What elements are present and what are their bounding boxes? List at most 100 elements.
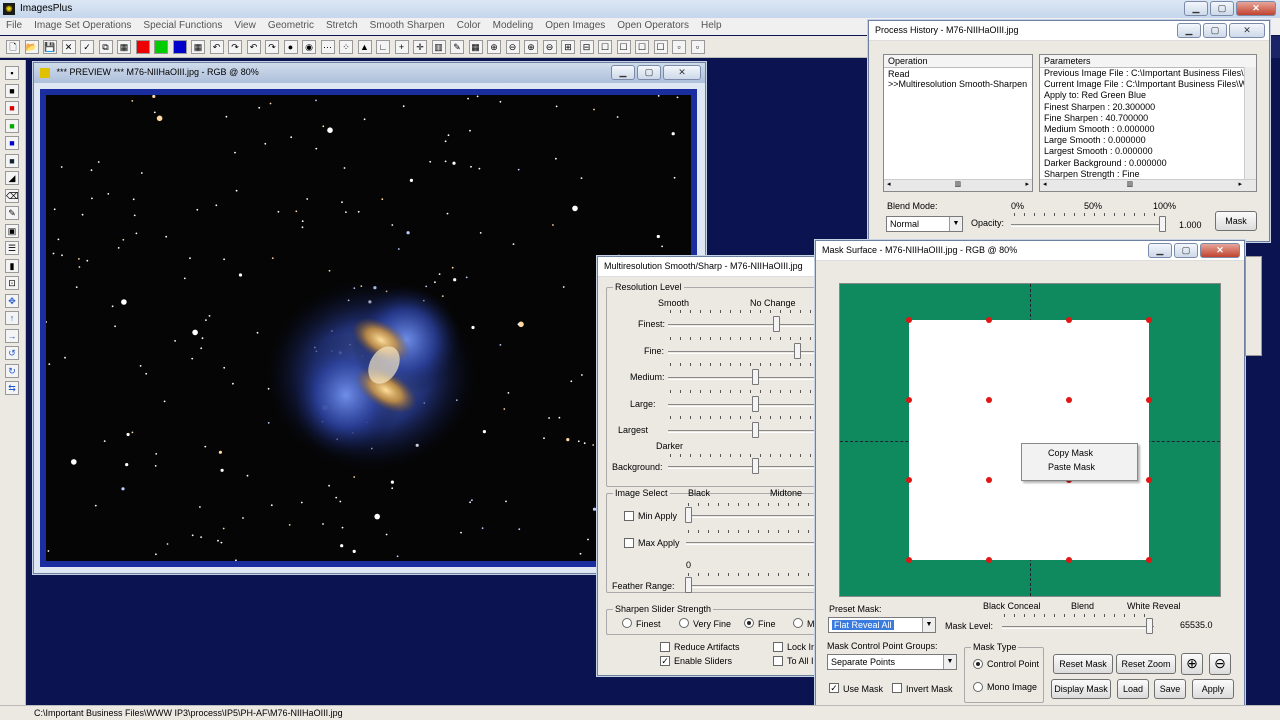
- window-1-icon[interactable]: ☐: [598, 40, 612, 54]
- mask-control-point[interactable]: [1146, 317, 1152, 323]
- plus-icon[interactable]: +: [394, 40, 409, 54]
- dots-icon[interactable]: ⋯: [320, 40, 335, 54]
- up-arrow-icon[interactable]: ↑: [5, 311, 19, 325]
- mask-control-point[interactable]: [906, 557, 912, 563]
- eraser-icon[interactable]: ⌫: [5, 188, 19, 203]
- grid-icon[interactable]: ▦: [191, 40, 205, 54]
- mask-control-point[interactable]: [906, 317, 912, 323]
- blue-square-icon[interactable]: ■: [5, 136, 19, 150]
- zoom-in-icon[interactable]: ⊕: [487, 40, 501, 54]
- operation-item[interactable]: >>Multiresolution Smooth-Sharpen: [888, 79, 1028, 89]
- resolution-slider-0[interactable]: [773, 316, 780, 332]
- menu-item-special-functions[interactable]: Special Functions: [143, 20, 222, 33]
- table-icon[interactable]: ▥: [431, 40, 446, 54]
- resolution-slider-4[interactable]: [752, 422, 759, 438]
- navy-square-icon[interactable]: ■: [5, 153, 19, 168]
- black-corner-icon[interactable]: ◢: [5, 171, 19, 185]
- copy-icon[interactable]: ⧉: [98, 40, 113, 54]
- invert-mask-checkbox[interactable]: [892, 683, 902, 693]
- preset-mask-select[interactable]: Flat Reveal All ▼: [828, 617, 936, 633]
- load-button[interactable]: Load: [1117, 679, 1149, 699]
- check-icon[interactable]: ✓: [80, 40, 94, 54]
- menu-item-color[interactable]: Color: [457, 20, 481, 33]
- opacity-slider[interactable]: [1159, 216, 1166, 232]
- menu-item-file[interactable]: File: [6, 20, 22, 33]
- reset-mask-button[interactable]: Reset Mask: [1053, 654, 1113, 674]
- history-close-button[interactable]: ✕: [1229, 23, 1265, 38]
- mask-control-point[interactable]: [1066, 317, 1072, 323]
- menu-item-stretch[interactable]: Stretch: [326, 20, 358, 33]
- mask-control-point[interactable]: [986, 317, 992, 323]
- strength-radio-fine[interactable]: [744, 618, 754, 628]
- menu-item-view[interactable]: View: [234, 20, 256, 33]
- mask-control-point[interactable]: [986, 397, 992, 403]
- mask-surface[interactable]: Copy Mask Paste Mask: [839, 283, 1221, 597]
- brush-icon[interactable]: ✎: [5, 206, 19, 220]
- axis-icon[interactable]: ∟: [376, 40, 390, 54]
- reduce-artifacts-checkbox[interactable]: [660, 642, 670, 652]
- add-icon[interactable]: ⊞: [561, 40, 575, 54]
- pencil-icon[interactable]: ✎: [450, 40, 464, 54]
- resolution-slider-2[interactable]: [752, 369, 759, 385]
- min-apply-checkbox[interactable]: [624, 511, 634, 521]
- menu-item-modeling[interactable]: Modeling: [493, 20, 534, 33]
- window-6-icon[interactable]: ▫: [690, 40, 705, 54]
- resolution-slider-1[interactable]: [794, 342, 801, 359]
- crosshair-icon[interactable]: ✛: [413, 40, 427, 54]
- apply-button[interactable]: Apply: [1192, 679, 1234, 699]
- bar-icon[interactable]: ▮: [5, 258, 19, 273]
- close-icon[interactable]: ✕: [61, 40, 76, 54]
- rotate-left-icon[interactable]: ↺: [5, 346, 19, 360]
- red-channel-icon[interactable]: ■: [135, 40, 150, 54]
- parameter-hscroll[interactable]: ◂ ▥ ▸: [1040, 179, 1256, 191]
- zoom-actual-icon[interactable]: ⊖: [542, 40, 557, 54]
- background-slider[interactable]: [752, 458, 759, 474]
- mask-control-point[interactable]: [906, 477, 912, 483]
- menu-item-open-images[interactable]: Open Images: [545, 20, 605, 33]
- mono-image-radio[interactable]: [973, 682, 983, 692]
- enable-sliders-checkbox[interactable]: ✓: [660, 656, 670, 666]
- matrix-icon[interactable]: ▦: [468, 40, 483, 54]
- green-channel-icon[interactable]: ■: [154, 40, 168, 54]
- green-square-icon[interactable]: ■: [5, 118, 19, 133]
- mask-control-point[interactable]: [986, 477, 992, 483]
- rotate-right-icon[interactable]: ↻: [5, 363, 19, 378]
- window-5-icon[interactable]: ▫: [672, 40, 686, 54]
- mask-button[interactable]: Mask: [1215, 211, 1257, 231]
- points-icon[interactable]: ⁘: [339, 40, 353, 54]
- window-4-icon[interactable]: ☐: [653, 40, 668, 54]
- mask-control-point[interactable]: [906, 397, 912, 403]
- frame-icon[interactable]: ▣: [5, 223, 19, 238]
- operation-item[interactable]: Read: [888, 69, 1028, 79]
- feather-range-slider[interactable]: [685, 577, 692, 593]
- levels-icon[interactable]: ☰: [5, 241, 19, 255]
- window-2-icon[interactable]: ☐: [616, 40, 631, 54]
- app-close-button[interactable]: ✕: [1236, 1, 1276, 16]
- lock-checkbox[interactable]: [773, 642, 783, 652]
- menu-item-smooth-sharpen[interactable]: Smooth Sharpen: [370, 20, 445, 33]
- control-point-groups-select[interactable]: Separate Points ▼: [827, 654, 957, 670]
- menu-item-geometric[interactable]: Geometric: [268, 20, 314, 33]
- mask-control-point[interactable]: [1066, 557, 1072, 563]
- mask-minimize-button[interactable]: ▁: [1148, 243, 1172, 258]
- new-file-icon[interactable]: 🗋: [6, 40, 20, 54]
- display-mask-button[interactable]: Display Mask: [1051, 679, 1111, 699]
- flip-icon[interactable]: ⇆: [5, 381, 19, 395]
- menu-item-help[interactable]: Help: [701, 20, 722, 33]
- black-square-icon[interactable]: ■: [5, 83, 19, 98]
- history-minimize-button[interactable]: ▁: [1177, 23, 1201, 38]
- mask-control-point[interactable]: [986, 557, 992, 563]
- preview-maximize-button[interactable]: ▢: [637, 65, 661, 80]
- preview-close-button[interactable]: ✕: [663, 65, 701, 80]
- zoom-out-icon[interactable]: ⊖: [505, 40, 520, 54]
- redo-all-icon[interactable]: ↷: [265, 40, 279, 54]
- triangle-icon[interactable]: ▲: [357, 40, 372, 54]
- mask-maximize-button[interactable]: ▢: [1174, 243, 1198, 258]
- mask-close-button[interactable]: ✕: [1200, 243, 1240, 258]
- zoom-in-icon[interactable]: ⊕: [1181, 653, 1203, 675]
- parameter-list[interactable]: Parameters Previous Image File : C:\Impo…: [1039, 54, 1257, 192]
- max-apply-checkbox[interactable]: [624, 538, 634, 548]
- mask-control-point[interactable]: [1066, 397, 1072, 403]
- reset-zoom-button[interactable]: Reset Zoom: [1116, 654, 1176, 674]
- mask-control-point[interactable]: [1146, 477, 1152, 483]
